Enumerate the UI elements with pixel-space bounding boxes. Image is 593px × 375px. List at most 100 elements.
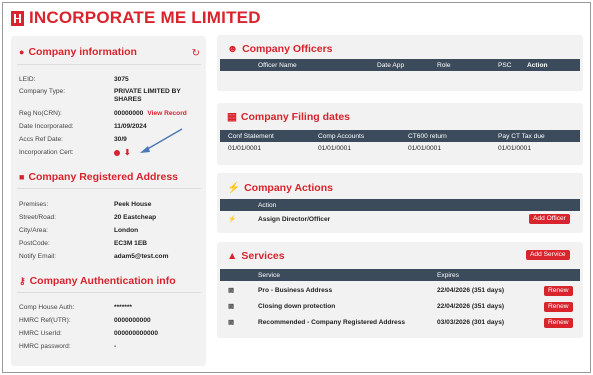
company-title: INCORPORATE ME LIMITED [29,8,261,27]
renew-button[interactable]: Renew [544,286,573,296]
info-value: 3075 [114,76,129,83]
address-row-street: Street/Road: 20 Eastcheap [19,214,203,222]
address-row-premises: Premises: Peek House [19,201,203,209]
company-actions-panel: ⚡ Company Actions Action ⚡ Assign Direct… [217,173,583,233]
filing-table-header: Conf Statement Comp Accounts CT600 retur… [220,130,580,142]
company-info-heading: ● Company information [19,46,137,58]
auth-row-hmrc-password: HMRC password: - [19,343,203,351]
info-row-reg-no: Reg No(CRN): 00000000 View Record [19,110,203,118]
add-officer-button[interactable]: Add Officer [529,214,570,224]
info-key: Company Type: [19,88,66,95]
info-value: Peek House [114,201,152,208]
ct600-return-date: 01/01/0001 [408,145,442,152]
service-name: Closing down protection [258,303,336,310]
service-row: ▩ Recommended - Company Registered Addre… [220,318,580,330]
calendar-icon: ▦ [227,111,237,123]
info-key: PostCode: [19,240,50,247]
download-icon[interactable]: ⬇ [124,149,131,157]
filing-dates-panel: ▦ Company Filing dates Conf Statement Co… [217,103,583,165]
info-value: EC3M 1EB [114,240,147,247]
reg-number: 00000000 [114,110,144,117]
auth-info-title: Company Authentication info [29,275,176,287]
service-icon: ▩ [228,303,235,310]
lightning-icon: ⚡ [227,182,241,194]
services-table-header: Service Expires [220,269,580,281]
view-record-link[interactable]: View Record [147,110,186,117]
registered-address-heading: ■ Company Registered Address [19,171,178,183]
action-row: ⚡ Assign Director/Officer Add Officer [220,214,580,227]
users-icon: ☻ [227,43,239,55]
actions-table-header: Action [220,199,580,211]
auth-row-hmrc-ref: HMRC Ref(UTR): 0000000000 [19,317,203,325]
comp-accounts-date: 01/01/0001 [318,145,352,152]
lightning-icon: ⚡ [228,216,237,223]
certificate-view-icon[interactable] [114,150,120,156]
filing-heading: ▦ Company Filing dates [227,111,350,123]
col-action: Action [258,202,277,209]
auth-row-hmrc-userid: HMRC UserId: 000000000000 [19,330,203,338]
building-logo-icon [11,10,24,26]
app-frame: INCORPORATE ME LIMITED ● Company informa… [2,2,591,373]
info-value: PRIVATE LIMITED BY SHARES [114,88,181,103]
officers-table-header: Officer Name Date App Role PSC Action [220,59,580,71]
col-ct600-return: CT600 return [408,133,447,140]
info-value: 20 Eastcheap [114,214,157,221]
action-label: Assign Director/Officer [258,216,331,223]
info-key: Incorporation Cert: [19,149,74,156]
service-expires: 03/03/2026 (301 days) [437,319,505,326]
registered-address-title: Company Registered Address [28,171,179,183]
auth-info-heading: ⚷ Company Authentication info [19,275,176,287]
services-panel: ▲ Services Add Service Service Expires ▩… [217,242,583,338]
company-info-title: Company information [28,46,137,58]
renew-button[interactable]: Renew [544,302,573,312]
info-key: City/Area: [19,227,48,234]
filing-title: Company Filing dates [240,111,351,123]
info-key: HMRC password: [19,343,71,350]
key-icon: ⚷ [19,275,26,286]
service-row: ▩ Closing down protection 22/04/2026 (35… [220,302,580,314]
col-officer-name: Officer Name [258,62,297,69]
info-key: Comp House Auth: [19,304,75,311]
info-key: Premises: [19,201,49,208]
refresh-icon[interactable]: ↻ [192,48,200,59]
conf-statement-date: 01/01/0001 [228,145,262,152]
service-name: Pro - Business Address [258,287,333,294]
col-service: Service [258,272,280,279]
renew-button[interactable]: Renew [544,318,573,328]
app-header: INCORPORATE ME LIMITED [11,8,261,28]
service-expires: 22/04/2026 (351 days) [437,303,505,310]
services-icon: ▲ [227,250,238,262]
id-card-icon: ■ [19,172,25,182]
info-value: 000000000000 [114,330,159,337]
address-row-notify-email: Notify Email: adam5@test.com [19,253,203,261]
info-key: LEID: [19,76,36,83]
services-heading: ▲ Services [227,250,285,262]
col-expires: Expires [437,272,459,279]
auth-row-comp-house: Comp House Auth: ******* [19,304,203,312]
col-conf-statement: Conf Statement [228,133,274,140]
pay-ct-tax-date: 01/01/0001 [498,145,532,152]
info-value: 00000000 View Record [114,110,203,118]
address-row-postcode: PostCode: EC3M 1EB [19,240,203,248]
col-date-app: Date App [377,62,405,69]
info-value: 0000000000 [114,317,151,324]
info-key: Notify Email: [19,253,57,260]
service-icon: ▩ [228,319,235,326]
divider [17,64,201,65]
info-key: Street/Road: [19,214,57,221]
col-comp-accounts: Comp Accounts [318,133,365,140]
company-officers-panel: ☻ Company Officers Officer Name Date App… [217,35,583,91]
service-name: Recommended - Company Registered Address [258,319,406,326]
company-details-panel: ● Company information ↻ LEID: 3075 Compa… [11,36,206,366]
add-service-button[interactable]: Add Service [526,250,570,260]
info-value: London [114,227,139,234]
info-icon: ● [19,47,25,57]
services-title: Services [241,250,285,262]
col-pay-ct-tax: Pay CT Tax due [498,133,545,140]
info-row-leid: LEID: 3075 [19,76,203,84]
actions-title: Company Actions [244,181,333,194]
info-row-company-type: Company Type: PRIVATE LIMITED BY SHARES [19,88,203,104]
info-key: Reg No(CRN): [19,110,62,117]
col-role: Role [437,62,451,69]
divider [17,188,201,189]
